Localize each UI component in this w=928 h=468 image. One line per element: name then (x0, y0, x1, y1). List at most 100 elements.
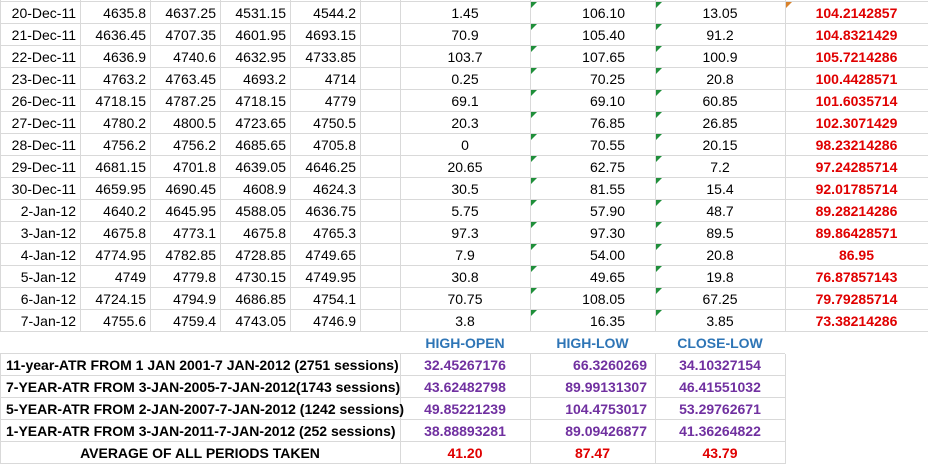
cell-atr[interactable]: 97.24285714 (785, 156, 928, 178)
cell-high-open[interactable]: 103.7 (400, 46, 530, 68)
cell-close[interactable]: 4714 (290, 68, 360, 90)
cell-close[interactable]: 4624.3 (290, 178, 360, 200)
cell-close-low[interactable]: 60.85 (655, 90, 785, 112)
cell-high[interactable]: 4800.5 (150, 112, 220, 134)
cell-close[interactable]: 4636.75 (290, 200, 360, 222)
cell-high-low[interactable]: 107.65 (530, 46, 655, 68)
summary-label[interactable]: 11-year-ATR FROM 1 JAN 2001-7 JAN-2012 (… (0, 354, 400, 376)
summary-high-open[interactable]: 38.88893281 (400, 420, 530, 442)
cell-atr[interactable]: 79.79285714 (785, 288, 928, 310)
cell-high[interactable]: 4773.1 (150, 222, 220, 244)
cell-close-low[interactable]: 100.9 (655, 46, 785, 68)
summary-label[interactable]: 1-YEAR-ATR FROM 3-JAN-2011-7-JAN-2012 (2… (0, 420, 400, 442)
cell-high-low[interactable]: 105.40 (530, 24, 655, 46)
cell-atr[interactable]: 104.8321429 (785, 24, 928, 46)
cell-high-low[interactable]: 81.55 (530, 178, 655, 200)
cell-low[interactable]: 4685.65 (220, 134, 290, 156)
cell-close-low[interactable]: 13.05 (655, 2, 785, 24)
cell-atr[interactable]: 102.3071429 (785, 112, 928, 134)
cell-close-low[interactable]: 20.8 (655, 68, 785, 90)
cell-open[interactable]: 4756.2 (80, 134, 150, 156)
cell-high-open[interactable]: 0.25 (400, 68, 530, 90)
average-high-low[interactable]: 87.47 (530, 442, 655, 464)
cell-date[interactable]: 7-Jan-12 (0, 310, 80, 332)
cell-high-open[interactable]: 20.65 (400, 156, 530, 178)
cell-low[interactable]: 4601.95 (220, 24, 290, 46)
cell-close-low[interactable]: 48.7 (655, 200, 785, 222)
cell-low[interactable]: 4730.15 (220, 266, 290, 288)
summary-label[interactable]: 7-YEAR-ATR FROM 3-JAN-2005-7-JAN-2012(17… (0, 376, 400, 398)
cell-open[interactable]: 4640.2 (80, 200, 150, 222)
cell-open[interactable]: 4681.15 (80, 156, 150, 178)
cell-atr[interactable]: 98.23214286 (785, 134, 928, 156)
summary-high-open[interactable]: 43.62482798 (400, 376, 530, 398)
cell-open[interactable]: 4774.95 (80, 244, 150, 266)
cell-low[interactable]: 4639.05 (220, 156, 290, 178)
cell-low[interactable]: 4686.85 (220, 288, 290, 310)
cell-close-low[interactable]: 20.8 (655, 244, 785, 266)
cell-high-open[interactable]: 30.8 (400, 266, 530, 288)
cell-high[interactable]: 4740.6 (150, 46, 220, 68)
cell-low[interactable]: 4693.2 (220, 68, 290, 90)
cell-close[interactable]: 4693.15 (290, 24, 360, 46)
cell-high[interactable]: 4763.45 (150, 68, 220, 90)
cell-atr[interactable]: 101.6035714 (785, 90, 928, 112)
cell-close[interactable]: 4750.5 (290, 112, 360, 134)
cell-date[interactable]: 26-Dec-11 (0, 90, 80, 112)
cell-high-low[interactable]: 16.35 (530, 310, 655, 332)
cell-atr[interactable]: 73.38214286 (785, 310, 928, 332)
cell-high-open[interactable]: 70.9 (400, 24, 530, 46)
cell-open[interactable]: 4749 (80, 266, 150, 288)
cell-close[interactable]: 4754.1 (290, 288, 360, 310)
cell-high[interactable]: 4701.8 (150, 156, 220, 178)
cell-close-low[interactable]: 89.5 (655, 222, 785, 244)
average-close-low[interactable]: 43.79 (655, 442, 785, 464)
summary-header-high-open[interactable]: HIGH-OPEN (400, 332, 530, 354)
cell-high-low[interactable]: 62.75 (530, 156, 655, 178)
cell-high[interactable]: 4690.45 (150, 178, 220, 200)
cell-atr[interactable]: 89.86428571 (785, 222, 928, 244)
cell-high-open[interactable]: 20.3 (400, 112, 530, 134)
cell-open[interactable]: 4755.6 (80, 310, 150, 332)
cell-high-open[interactable]: 97.3 (400, 222, 530, 244)
cell-close[interactable]: 4544.2 (290, 2, 360, 24)
cell-close[interactable]: 4646.25 (290, 156, 360, 178)
cell-low[interactable]: 4531.15 (220, 2, 290, 24)
cell-open[interactable]: 4635.8 (80, 2, 150, 24)
cell-open[interactable]: 4763.2 (80, 68, 150, 90)
cell-close-low[interactable]: 91.2 (655, 24, 785, 46)
cell-low[interactable]: 4632.95 (220, 46, 290, 68)
cell-atr[interactable]: 89.28214286 (785, 200, 928, 222)
cell-open[interactable]: 4636.45 (80, 24, 150, 46)
summary-close-low[interactable]: 34.10327154 (655, 354, 785, 376)
cell-close-low[interactable]: 7.2 (655, 156, 785, 178)
summary-close-low[interactable]: 41.36264822 (655, 420, 785, 442)
cell-atr[interactable]: 104.2142857 (785, 2, 928, 24)
cell-high-open[interactable]: 30.5 (400, 178, 530, 200)
cell-high-low[interactable]: 49.65 (530, 266, 655, 288)
cell-date[interactable]: 29-Dec-11 (0, 156, 80, 178)
cell-high[interactable]: 4756.2 (150, 134, 220, 156)
cell-high-open[interactable]: 70.75 (400, 288, 530, 310)
summary-high-low[interactable]: 104.4753017 (530, 398, 655, 420)
cell-low[interactable]: 4743.05 (220, 310, 290, 332)
summary-high-low[interactable]: 66.3260269 (530, 354, 655, 376)
cell-open[interactable]: 4718.15 (80, 90, 150, 112)
summary-label[interactable]: 5-YEAR-ATR FROM 2-JAN-2007-7-JAN-2012 (1… (0, 398, 404, 420)
cell-date[interactable]: 2-Jan-12 (0, 200, 80, 222)
cell-open[interactable]: 4675.8 (80, 222, 150, 244)
cell-low[interactable]: 4608.9 (220, 178, 290, 200)
cell-high-low[interactable]: 54.00 (530, 244, 655, 266)
cell-open[interactable]: 4780.2 (80, 112, 150, 134)
cell-high[interactable]: 4707.35 (150, 24, 220, 46)
cell-close[interactable]: 4749.95 (290, 266, 360, 288)
cell-atr[interactable]: 105.7214286 (785, 46, 928, 68)
summary-high-low[interactable]: 89.09426877 (530, 420, 655, 442)
cell-close[interactable]: 4705.8 (290, 134, 360, 156)
cell-atr[interactable]: 86.95 (785, 244, 928, 266)
summary-high-open[interactable]: 49.85221239 (400, 398, 530, 420)
cell-high-open[interactable]: 7.9 (400, 244, 530, 266)
average-high-open[interactable]: 41.20 (400, 442, 530, 464)
cell-high-low[interactable]: 57.90 (530, 200, 655, 222)
cell-close-low[interactable]: 67.25 (655, 288, 785, 310)
